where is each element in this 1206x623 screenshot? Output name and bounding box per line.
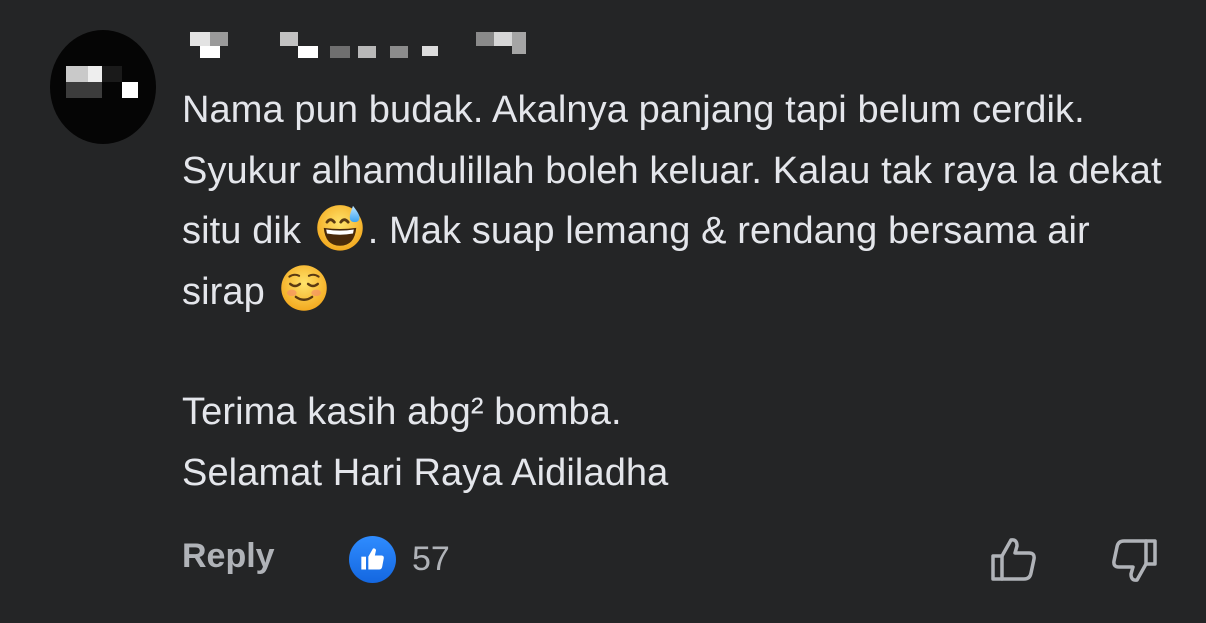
comment-line: Terima kasih abg² bomba.	[182, 391, 622, 433]
avatar-pixel	[102, 66, 122, 82]
name-pixel	[422, 46, 438, 56]
grinning-sweat-emoji	[316, 205, 363, 251]
author-name-redacted[interactable]	[190, 28, 535, 62]
reply-button[interactable]: Reply	[182, 537, 275, 576]
comment-text: Nama pun budak. Akalnya panjang tapi bel…	[182, 80, 1172, 503]
thumbs-up-outline-icon	[991, 538, 1036, 581]
name-pixel	[330, 46, 350, 58]
smiling-face-emoji	[280, 264, 327, 311]
reaction-count: 57	[412, 539, 450, 578]
name-pixel	[494, 32, 512, 46]
name-pixel	[512, 32, 526, 54]
avatar-pixel	[66, 82, 102, 98]
comment-line: Selamat Hari Raya Aidiladha	[182, 451, 669, 494]
like-icon	[349, 535, 396, 583]
comment-paragraph: Nama pun budak. Akalnya panjang tapi bel…	[182, 80, 1172, 322]
name-pixel	[358, 46, 376, 58]
downvote-button[interactable]	[1108, 534, 1160, 586]
name-pixel	[210, 32, 228, 46]
avatar-pixel	[122, 82, 138, 98]
name-pixel	[190, 32, 210, 46]
avatar-pixel	[88, 66, 102, 82]
thumbs-down-outline-icon	[1112, 539, 1157, 582]
name-pixel	[476, 32, 494, 46]
avatar-pixel	[66, 66, 88, 82]
name-pixel	[298, 46, 318, 58]
name-pixel	[280, 32, 298, 46]
name-pixel	[200, 46, 220, 58]
avatar[interactable]	[50, 30, 156, 144]
upvote-button[interactable]	[988, 534, 1040, 586]
reaction-summary[interactable]: 57	[349, 535, 450, 583]
name-pixel	[390, 46, 408, 58]
